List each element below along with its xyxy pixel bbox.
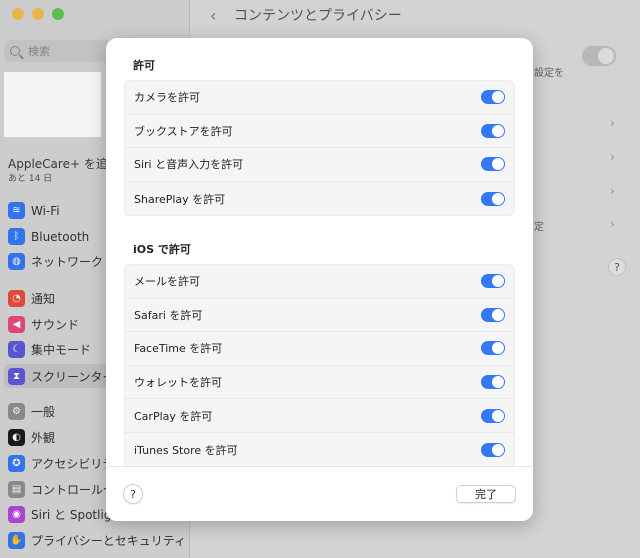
permission-label: メールを許可 — [134, 275, 200, 289]
permission-label: CarPlay を許可 — [134, 409, 213, 423]
permission-toggle[interactable] — [481, 341, 505, 356]
section-title-ios-allow: iOS で許可 — [133, 243, 191, 256]
help-button[interactable]: ? — [123, 484, 143, 504]
permission-toggle[interactable] — [481, 442, 505, 457]
permission-row: ブックストアを許可 — [125, 115, 514, 149]
permission-row: Safari を許可 — [125, 299, 514, 333]
permission-row: CarPlay を許可 — [125, 399, 514, 433]
permission-row: メールを許可 — [125, 265, 514, 299]
permission-label: SharePlay を許可 — [134, 192, 226, 206]
permission-row: SharePlay を許可 — [125, 182, 514, 216]
permission-label: Siri と音声入力を許可 — [134, 158, 244, 172]
permission-row: FaceTime を許可 — [125, 332, 514, 366]
sheet-footer: ? 完了 — [106, 466, 533, 521]
permission-label: ブックストアを許可 — [134, 124, 233, 138]
allow-group: カメラを許可ブックストアを許可 Siri と音声入力を許可 SharePlay を許… — [124, 80, 515, 217]
permission-toggle[interactable] — [481, 274, 505, 289]
permission-toggle[interactable] — [481, 123, 505, 138]
ios-allow-group: メールを許可 Safari を許可 FaceTime を許可 ウォレットを許可 CarP… — [124, 264, 515, 466]
permission-label: iTunes Store を許可 — [134, 443, 238, 457]
permission-row: カメラを許可 — [125, 81, 514, 115]
done-button[interactable]: 完了 — [456, 485, 516, 503]
permission-toggle[interactable] — [481, 157, 505, 172]
section-title-allow: 許可 — [133, 59, 155, 72]
permission-row: iTunes Store を許可 — [125, 433, 514, 466]
permission-toggle[interactable] — [481, 375, 505, 390]
permission-row: Siri と音声入力を許可 — [125, 148, 514, 182]
permission-toggle[interactable] — [481, 90, 505, 105]
permission-toggle[interactable] — [481, 307, 505, 322]
sheet-scroll-area[interactable]: 許可 カメラを許可ブックストアを許可 Siri と音声入力を許可 SharePlay… — [106, 38, 533, 466]
permission-label: カメラを許可 — [134, 91, 200, 105]
permission-label: FaceTime を許可 — [134, 342, 223, 356]
permission-label: Safari を許可 — [134, 308, 203, 322]
permission-row: ウォレットを許可 — [125, 366, 514, 400]
permission-toggle[interactable] — [481, 191, 505, 206]
content-privacy-sheet: 許可 カメラを許可ブックストアを許可 Siri と音声入力を許可 SharePlay… — [106, 38, 533, 521]
permission-toggle[interactable] — [481, 408, 505, 423]
permission-label: ウォレットを許可 — [134, 376, 222, 390]
